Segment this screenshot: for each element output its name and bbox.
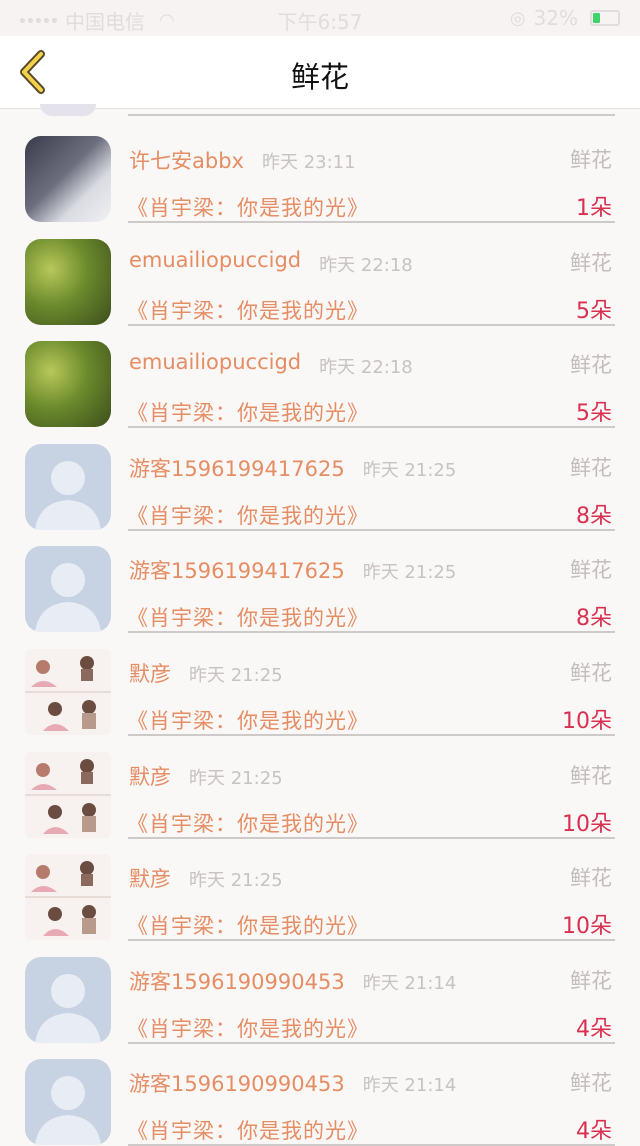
song-title[interactable]: 《肖宇梁：你是我的光》: [127, 1013, 369, 1043]
gift-type-label: 鲜花: [570, 661, 612, 685]
gift-type-label: 鲜花: [570, 250, 612, 275]
song-title[interactable]: 《肖宇梁：你是我的光》: [127, 500, 369, 530]
avatar: [40, 104, 96, 116]
flower-count: 10朵: [562, 914, 612, 940]
gift-type-label: 鲜花: [570, 455, 612, 480]
flower-count: 5朵: [576, 401, 612, 427]
page-title: 鲜花: [290, 60, 349, 94]
flower-count: 4朵: [576, 1119, 612, 1145]
gift-type-label: 鲜花: [570, 968, 612, 993]
song-title[interactable]: 《肖宇梁：你是我的光》: [127, 808, 369, 838]
list-item[interactable]: 默彦 昨天 21:25 鲜花 《肖宇梁：你是我的光》 10朵: [0, 629, 640, 736]
flower-count: 8朵: [576, 503, 612, 529]
user-name[interactable]: 游客1596190990453: [129, 966, 345, 996]
default-avatar[interactable]: [25, 443, 111, 530]
gift-time: 昨天 22:18: [319, 357, 413, 379]
gift-time: 昨天 23:11: [261, 152, 356, 173]
gift-time: 昨天 21:14: [362, 1075, 457, 1097]
user-name[interactable]: emuailiopuccigd: [129, 350, 301, 374]
gift-time: 昨天 21:25: [189, 767, 283, 789]
default-avatar[interactable]: [25, 1059, 111, 1146]
flower-count: 4朵: [576, 1016, 612, 1042]
list-item[interactable]: 游客1596190990453 昨天 21:14 鲜花 《肖宇梁：你是我的光》 …: [0, 1039, 640, 1146]
cartoon-avatar[interactable]: [25, 854, 111, 941]
user-name[interactable]: 游客1596190990453: [129, 1068, 345, 1098]
status-right: ◎ 32%: [510, 6, 620, 30]
flower-count: 8朵: [576, 606, 612, 632]
list-item[interactable]: 游客1596199417625 昨天 21:25 鲜花 《肖宇梁：你是我的光》 …: [0, 526, 640, 634]
song-title[interactable]: 《肖宇梁：你是我的光》: [127, 602, 369, 632]
list-item[interactable]: 游客1596190990453 昨天 21:14 鲜花 《肖宇梁：你是我的光》 …: [0, 937, 640, 1044]
user-name[interactable]: emuailiopuccigd: [129, 248, 301, 272]
list-item[interactable]: emuailiopuccigd 昨天 22:18 鲜花 《肖宇梁：你是我的光》 …: [0, 219, 640, 326]
flower-count: 5朵: [576, 298, 612, 324]
gift-time: 昨天 21:25: [189, 665, 283, 686]
cartoon-avatar[interactable]: [25, 649, 111, 735]
song-title[interactable]: 《肖宇梁：你是我的光》: [127, 192, 369, 222]
user-name[interactable]: 默彦: [129, 658, 171, 688]
user-name[interactable]: 默彦: [129, 863, 171, 893]
gift-time: 昨天 21:25: [362, 459, 457, 481]
song-title[interactable]: 《肖宇梁：你是我的光》: [127, 295, 369, 325]
gift-time: 昨天 21:25: [362, 562, 457, 584]
gift-time: 昨天 22:18: [319, 254, 413, 276]
battery-icon: [590, 10, 620, 26]
battery-fill: [593, 13, 600, 23]
list-item[interactable]: 游客1596199417625 昨天 21:25 鲜花 《肖宇梁：你是我的光》 …: [0, 424, 640, 531]
cartoon-avatar[interactable]: [25, 751, 111, 838]
gift-time: 昨天 21:25: [189, 870, 283, 892]
default-avatar[interactable]: [25, 546, 111, 633]
song-title[interactable]: 《肖宇梁：你是我的光》: [127, 910, 369, 940]
default-avatar[interactable]: [25, 956, 111, 1043]
rotation-lock-icon: ◎: [509, 7, 526, 29]
photo-avatar[interactable]: [25, 136, 111, 222]
list-item[interactable]: 默彦 昨天 21:25 鲜花 《肖宇梁：你是我的光》 10朵: [0, 834, 640, 942]
user-name[interactable]: 默彦: [129, 761, 171, 791]
song-title[interactable]: 《肖宇梁：你是我的光》: [127, 397, 369, 427]
gift-type-label: 鲜花: [570, 763, 612, 788]
list-item[interactable]: emuailiopuccigd 昨天 22:18 鲜花 《肖宇梁：你是我的光》 …: [0, 321, 640, 429]
user-name[interactable]: 许七安abbx: [129, 145, 244, 175]
list-item[interactable]: 许七安abbx 昨天 23:11 鲜花 《肖宇梁：你是我的光》 1朵: [0, 116, 640, 223]
flower-count: 10朵: [562, 709, 612, 734]
gift-type-label: 鲜花: [570, 866, 612, 891]
gift-type-label: 鲜花: [570, 148, 612, 172]
photo-avatar[interactable]: [25, 341, 111, 428]
flower-count: 1朵: [576, 196, 612, 221]
gift-type-label: 鲜花: [570, 558, 612, 583]
gift-type-label: 鲜花: [570, 1071, 612, 1096]
nav-bar: 鲜花: [0, 36, 640, 109]
photo-avatar[interactable]: [25, 238, 111, 325]
gift-time: 昨天 21:14: [362, 972, 457, 994]
song-title[interactable]: 《肖宇梁：你是我的光》: [127, 1115, 369, 1145]
user-name[interactable]: 游客1596199417625: [129, 555, 345, 585]
flower-count: 10朵: [562, 811, 612, 837]
status-bar: 中国电信 ◠ 下午6:57 ◎ 32%: [0, 0, 640, 36]
list-item[interactable]: 默彦 昨天 21:25 鲜花 《肖宇梁：你是我的光》 10朵: [0, 732, 640, 839]
song-title[interactable]: 《肖宇梁：你是我的光》: [127, 705, 369, 735]
user-name[interactable]: 游客1596199417625: [129, 453, 345, 483]
battery-percent: 32%: [533, 6, 578, 30]
gift-type-label: 鲜花: [570, 353, 612, 378]
